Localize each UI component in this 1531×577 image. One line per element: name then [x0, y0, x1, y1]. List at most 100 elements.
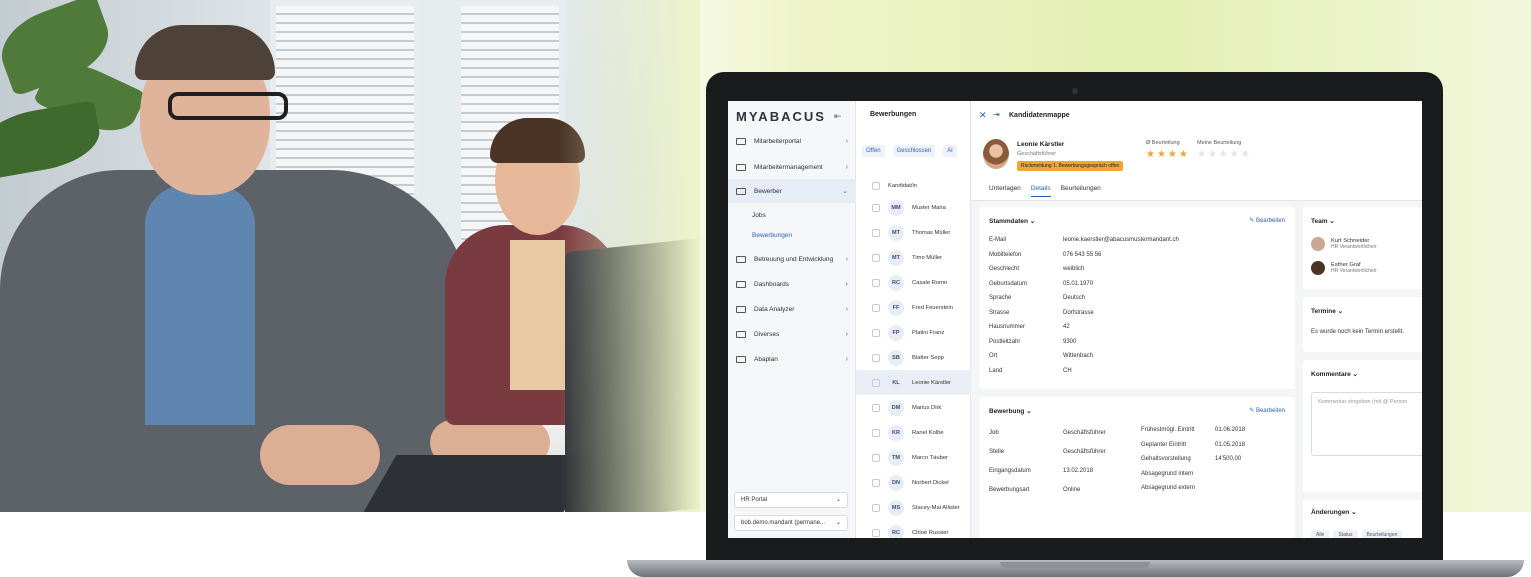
field-label: Bewerbungsart [989, 487, 1030, 493]
table-row[interactable]: MM Muster Maria [856, 195, 971, 220]
field-value: 13.02.2018 [1063, 468, 1094, 474]
tab-beurteilungen[interactable]: Beurteilungen [1061, 185, 1101, 197]
table-row[interactable]: TM Marco Täuber [856, 445, 971, 470]
team-member[interactable]: Kurt Schneider HR Verantwortliche/r [1311, 237, 1377, 251]
kommentare-card: Kommentare ⌄ Kommentar eingeben (mit @ P… [1303, 360, 1422, 492]
sidebar-item-bewerber[interactable]: Bewerber ⌄ [728, 179, 856, 203]
aenderungen-title[interactable]: Änderungen ⌄ [1311, 508, 1357, 516]
team-card: Team ⌄ Kurt Schneider HR Verantwortliche/… [1303, 207, 1422, 289]
team-title[interactable]: Team ⌄ [1311, 217, 1335, 225]
sidebar-item-abaplan[interactable]: Abaplan › [728, 347, 856, 371]
detail-topbar: ✕ ⇥ Kandidatenmappe [971, 101, 1422, 131]
open-external-icon[interactable]: ⇥ [993, 110, 1000, 119]
row-checkbox[interactable] [872, 228, 880, 237]
field-label: Absagegrund intern [1141, 470, 1194, 477]
table-row[interactable]: KR Ranel Kolbe [856, 420, 971, 445]
field-label: Eingangsdatum [989, 468, 1031, 474]
candidate-name: Ranel Kolbe [912, 429, 944, 436]
mandant-select[interactable]: bob.demo.mandant (permane... ⌄ [734, 515, 848, 531]
kommentare-title[interactable]: Kommentare ⌄ [1311, 370, 1358, 378]
field-label: Sprache [989, 295, 1012, 301]
candidate-name: Leonie Kärstler [912, 379, 951, 386]
mandant-select-value: bob.demo.mandant (permane... [741, 520, 826, 526]
select-all-checkbox[interactable] [872, 181, 880, 190]
stammdaten-title[interactable]: Stammdaten ⌄ [989, 217, 1035, 225]
tab-details[interactable]: Details [1030, 185, 1051, 197]
sidebar-item-betreuung[interactable]: Betreuung und Entwicklung › [728, 247, 856, 271]
table-row[interactable]: MT Thomas Müller [856, 220, 971, 245]
sidebar-item-mitarbeiterportal[interactable]: Mitarbeiterportal › [728, 129, 856, 153]
chip-status[interactable]: Status [1333, 530, 1358, 538]
chip-alle[interactable]: Alle [1311, 530, 1330, 538]
folder-icon [736, 355, 746, 363]
field-value: CH [1063, 367, 1072, 374]
field-value: Dorfstrasse [1063, 309, 1094, 316]
sidebar-subitem-jobs[interactable]: Jobs [752, 212, 766, 219]
table-row[interactable]: SB Blatter Sepp [856, 345, 971, 370]
edit-bewerbung-link[interactable]: ✎ Bearbeiten [1249, 407, 1285, 414]
app-logo[interactable]: MYABACUS [736, 109, 826, 124]
table-row[interactable]: KL Leonie Kärstler [856, 370, 971, 395]
edit-stammdaten-link[interactable]: ✎ Bearbeiten [1249, 217, 1285, 224]
candidate-name: Marco Täuber [912, 454, 948, 461]
sidebar-item-mitarbeitermanagement[interactable]: Mitarbeitermanagement › [728, 155, 856, 179]
sidebar-item-data-analyzer[interactable]: Data Analyzer › [728, 297, 856, 321]
row-checkbox[interactable] [872, 428, 880, 437]
table-row[interactable]: MS Stacey-Mai Allister [856, 495, 971, 520]
tab-offen[interactable]: Offen [862, 145, 885, 157]
aenderungen-filter: Alle Status Beurteilungen [1311, 530, 1403, 538]
row-checkbox[interactable] [872, 378, 880, 387]
portal-select[interactable]: HR Portal ⌄ [734, 492, 848, 508]
row-checkbox[interactable] [872, 278, 880, 287]
list-filter-tabs: Offen Geschlossen Al [862, 145, 957, 157]
row-checkbox[interactable] [872, 453, 880, 462]
close-icon[interactable]: ✕ [979, 110, 987, 121]
tab-geschlossen[interactable]: Geschlossen [892, 145, 936, 157]
candidate-name: Stacey-Mai Allister [912, 504, 960, 511]
tab-unterlagen[interactable]: Unterlagen [989, 185, 1021, 197]
team-member[interactable]: Esther Graf HR Verantwortliche/r [1311, 261, 1377, 275]
termine-card: Termine ⌄ Es wurde noch kein Termin erst… [1303, 297, 1422, 352]
row-checkbox[interactable] [872, 403, 880, 412]
table-row[interactable]: DN Norbert Dickel [856, 470, 971, 495]
table-row[interactable]: MT Timo Müller [856, 245, 971, 270]
photo-man-shirt [145, 185, 255, 425]
table-row[interactable]: DM Marius Dirk [856, 395, 971, 420]
table-row[interactable]: FP Platini Franz [856, 320, 971, 345]
row-checkbox[interactable] [872, 528, 880, 537]
column-header-kandidat[interactable]: Kandidat/in [888, 183, 917, 189]
bewerbung-title[interactable]: Bewerbung ⌄ [989, 407, 1032, 415]
row-checkbox[interactable] [872, 303, 880, 312]
field-value: 05.01.1970 [1063, 280, 1094, 287]
photo-man-glasses [168, 92, 288, 120]
chip-beurteilungen[interactable]: Beurteilungen [1361, 530, 1403, 538]
termine-title[interactable]: Termine ⌄ [1311, 307, 1343, 315]
my-rating-stars[interactable]: ★★★★★ [1197, 149, 1252, 160]
candidate-name: Norbert Dickel [912, 479, 949, 486]
sidebar-item-dashboards[interactable]: Dashboards › [728, 272, 856, 296]
field-value: 01.05.2018 [1215, 441, 1246, 448]
sidebar-item-label: Diverses [754, 330, 780, 338]
row-checkbox[interactable] [872, 203, 880, 212]
row-checkbox[interactable] [872, 478, 880, 487]
candidate-name: Leonie Kärstler [1017, 141, 1065, 148]
row-checkbox[interactable] [872, 328, 880, 337]
table-row[interactable]: FF Fred Feuerstein [856, 295, 971, 320]
sidebar: MYABACUS ⇤ Mitarbeiterportal › Mitarbeit… [728, 101, 856, 538]
sidebar-item-diverses[interactable]: Diverses › [728, 322, 856, 346]
row-checkbox[interactable] [872, 503, 880, 512]
row-checkbox[interactable] [872, 253, 880, 262]
chevron-down-icon: ⌄ [842, 188, 848, 195]
field-label: Geplanter Eintritt [1141, 441, 1187, 448]
collapse-sidebar-icon[interactable]: ⇤ [834, 111, 842, 122]
table-row[interactable]: RC Chloé Russier [856, 520, 971, 538]
table-row[interactable]: RC Casale Romo [856, 270, 971, 295]
tab-alle[interactable]: Al [943, 145, 957, 157]
sidebar-item-label: Mitarbeiterportal [754, 137, 801, 145]
comment-input[interactable]: Kommentar eingeben (mit @ Person [1311, 392, 1422, 456]
stammdaten-card: Stammdaten ⌄ ✎ Bearbeiten E-Mail leonie.k… [979, 207, 1295, 389]
photo-man-hair [135, 25, 275, 80]
row-checkbox[interactable] [872, 353, 880, 362]
sidebar-subitem-bewerbungen[interactable]: Bewerbungen [752, 232, 792, 239]
bewerbung-card: Bewerbung ⌄ ✎ Bearbeiten Job Geschäftsfüh… [979, 397, 1295, 538]
